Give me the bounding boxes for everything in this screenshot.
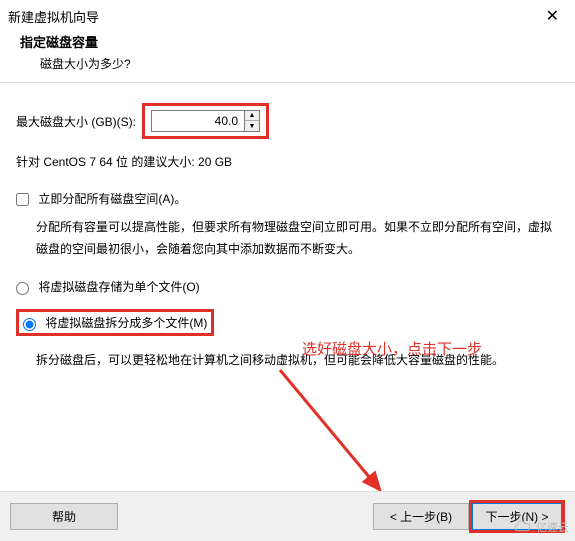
split-file-text: 将虚拟磁盘拆分成多个文件(M) [45, 316, 207, 330]
cloud-icon [512, 520, 534, 534]
recommended-size-text: 针对 CentOS 7 64 位 的建议大小: 20 GB [16, 153, 559, 170]
single-file-label[interactable]: 将虚拟磁盘存储为单个文件(O) [16, 280, 200, 294]
split-file-radio[interactable] [23, 318, 36, 331]
single-file-radio[interactable] [16, 282, 29, 295]
page-subtitle: 磁盘大小为多少? [20, 55, 555, 72]
close-icon[interactable]: ✕ [540, 6, 565, 26]
allocate-now-desc: 分配所有容量可以提高性能，但要求所有物理磁盘空间立即可用。如果不立即分配所有空间… [36, 217, 559, 260]
disk-size-input[interactable] [152, 111, 244, 131]
window-title: 新建虚拟机向导 [8, 7, 99, 26]
watermark-text: 亿速云 [536, 519, 569, 535]
page-title: 指定磁盘容量 [20, 32, 555, 51]
spinner-up-icon[interactable]: ▲ [245, 111, 259, 121]
allocate-now-checkbox[interactable] [16, 193, 29, 206]
disk-size-label: 最大磁盘大小 (GB)(S): [16, 113, 136, 130]
split-file-highlight: 将虚拟磁盘拆分成多个文件(M) [16, 309, 214, 336]
single-file-text: 将虚拟磁盘存储为单个文件(O) [38, 280, 199, 294]
watermark: 亿速云 [512, 519, 569, 535]
allocate-now-label[interactable]: 立即分配所有磁盘空间(A)。 [16, 192, 186, 206]
prev-button[interactable]: < 上一步(B) [373, 503, 469, 530]
help-button[interactable]: 帮助 [10, 503, 118, 530]
split-file-label[interactable]: 将虚拟磁盘拆分成多个文件(M) [23, 316, 207, 330]
allocate-now-text: 立即分配所有磁盘空间(A)。 [38, 192, 186, 206]
annotation-text: 选好磁盘大小，点击下一步 [302, 338, 482, 359]
spinner-down-icon[interactable]: ▼ [245, 121, 259, 131]
disk-size-highlight: ▲ ▼ [142, 103, 269, 139]
